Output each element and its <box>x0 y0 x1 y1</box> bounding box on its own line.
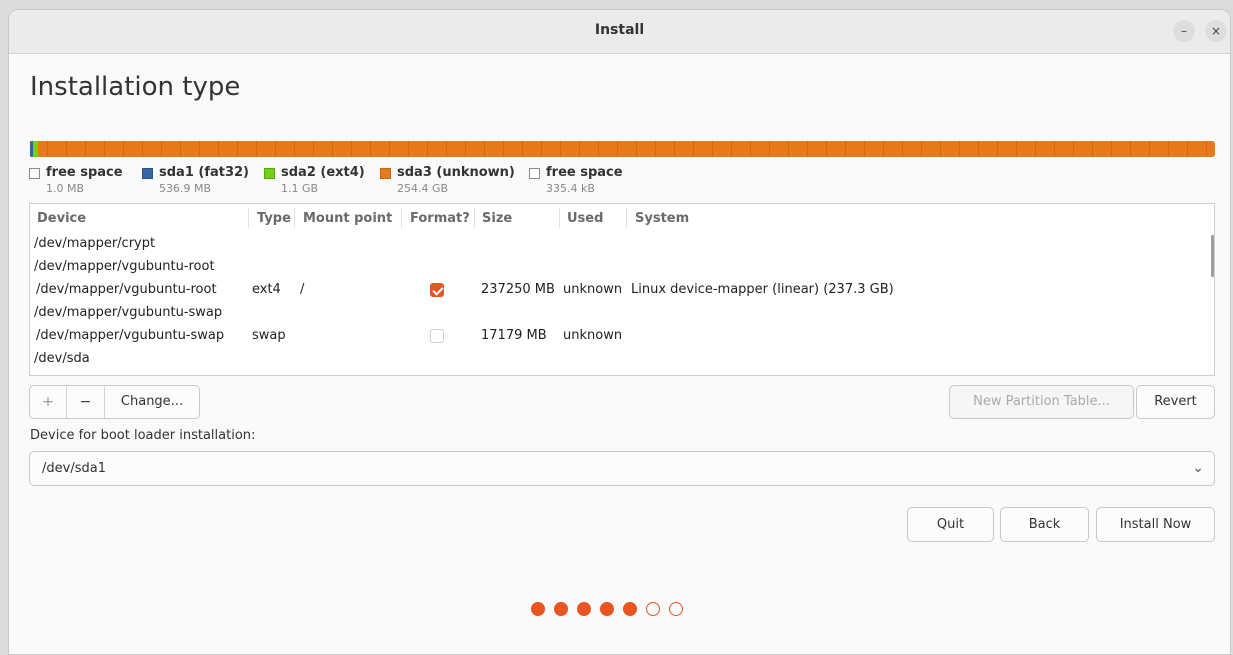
column-header-type[interactable]: Type <box>257 211 291 226</box>
legend-name: sda1 (fat32) <box>159 165 250 180</box>
progress-dot <box>600 602 614 616</box>
back-button[interactable]: Back <box>1000 507 1089 542</box>
progress-dot <box>623 602 637 616</box>
install-now-button[interactable]: Install Now <box>1096 507 1215 542</box>
cell-used: unknown <box>563 282 623 297</box>
format-checkbox[interactable] <box>430 283 444 297</box>
column-separator <box>401 208 402 228</box>
cell-system: Linux device-mapper (linear) (237.3 GB) <box>631 282 894 297</box>
legend-size: 1.0 MB <box>46 182 85 195</box>
quit-button[interactable]: Quit <box>907 507 994 542</box>
revert-button[interactable]: Revert <box>1136 385 1215 419</box>
table-row[interactable]: /dev/mapper/crypt <box>30 233 1214 256</box>
table-row[interactable]: /dev/mapper/vgubuntu-swap swap 17179 MB … <box>30 325 1214 348</box>
cell-device: /dev/sda <box>34 351 90 366</box>
legend-size: 1.1 GB <box>281 182 319 195</box>
installer-window: Install – × Installation type free space… <box>8 9 1231 655</box>
table-row[interactable]: /dev/mapper/vgubuntu-swap <box>30 302 1214 325</box>
page-title: Installation type <box>30 72 241 102</box>
column-header-mount[interactable]: Mount point <box>303 211 392 226</box>
bootloader-value: /dev/sda1 <box>42 461 106 476</box>
close-icon[interactable]: × <box>1205 20 1227 42</box>
column-separator <box>559 208 560 228</box>
legend-name: free space <box>546 165 623 180</box>
table-row[interactable]: /dev/mapper/vgubuntu-root <box>30 256 1214 279</box>
table-scrollbar[interactable] <box>1211 235 1214 277</box>
legend-swatch <box>264 168 275 179</box>
table-header: Device Type Mount point Format? Size Use… <box>30 204 1214 232</box>
bootloader-select[interactable]: /dev/sda1 ⌄ <box>29 451 1215 486</box>
partition-table[interactable]: Device Type Mount point Format? Size Use… <box>29 203 1215 376</box>
legend-swatch <box>29 168 40 179</box>
cell-device: /dev/mapper/vgubuntu-root <box>34 259 215 274</box>
cell-device: /dev/mapper/vgubuntu-swap <box>34 305 223 320</box>
legend-swatch <box>380 168 391 179</box>
remove-partition-button[interactable]: − <box>67 386 104 418</box>
column-header-system[interactable]: System <box>635 211 689 226</box>
progress-dot <box>646 602 660 616</box>
window-title: Install <box>594 22 645 38</box>
progress-dot <box>577 602 591 616</box>
column-header-format[interactable]: Format? <box>410 211 470 226</box>
column-header-used[interactable]: Used <box>567 211 603 226</box>
column-header-device[interactable]: Device <box>37 211 86 226</box>
new-partition-table-button[interactable]: New Partition Table... <box>949 385 1134 419</box>
partition-bar-sda2 <box>33 141 38 157</box>
legend-size: 254.4 GB <box>397 182 449 195</box>
table-row[interactable]: /dev/mapper/vgubuntu-root ext4 / 237250 … <box>30 279 1214 302</box>
cell-device: /dev/mapper/vgubuntu-root <box>36 282 217 297</box>
column-header-size[interactable]: Size <box>482 211 512 226</box>
title-bar: Install – × <box>9 10 1230 54</box>
legend-name: free space <box>46 165 123 180</box>
legend-swatch <box>529 168 540 179</box>
column-separator <box>626 208 627 228</box>
cell-device: /dev/mapper/crypt <box>34 236 156 251</box>
legend-name: sda3 (unknown) <box>397 165 515 180</box>
bootloader-label: Device for boot loader installation: <box>30 428 256 443</box>
cell-size: 237250 MB <box>481 282 555 297</box>
add-partition-button[interactable]: + <box>30 386 66 418</box>
chevron-down-icon: ⌄ <box>1192 460 1204 476</box>
partition-bar <box>29 141 1215 157</box>
column-separator <box>294 208 295 228</box>
progress-dot <box>531 602 545 616</box>
cell-device: /dev/mapper/vgubuntu-swap <box>36 328 225 343</box>
cell-size: 17179 MB <box>481 328 547 343</box>
cell-type: swap <box>252 328 286 343</box>
column-separator <box>248 208 249 228</box>
format-checkbox[interactable] <box>430 329 444 343</box>
legend-size: 536.9 MB <box>159 182 212 195</box>
column-separator <box>474 208 475 228</box>
progress-dot <box>554 602 568 616</box>
legend-size: 335.4 kB <box>546 182 595 195</box>
legend-name: sda2 (ext4) <box>281 165 365 180</box>
partition-button-group: + − Change... <box>29 385 200 419</box>
table-row[interactable]: /dev/sda <box>30 348 1214 371</box>
cell-used: unknown <box>563 328 623 343</box>
legend-swatch <box>142 168 153 179</box>
progress-dot <box>669 602 683 616</box>
change-partition-button[interactable]: Change... <box>105 386 199 418</box>
cell-type: ext4 <box>252 282 281 297</box>
minimize-icon[interactable]: – <box>1173 20 1195 42</box>
cell-mount: / <box>300 282 305 297</box>
